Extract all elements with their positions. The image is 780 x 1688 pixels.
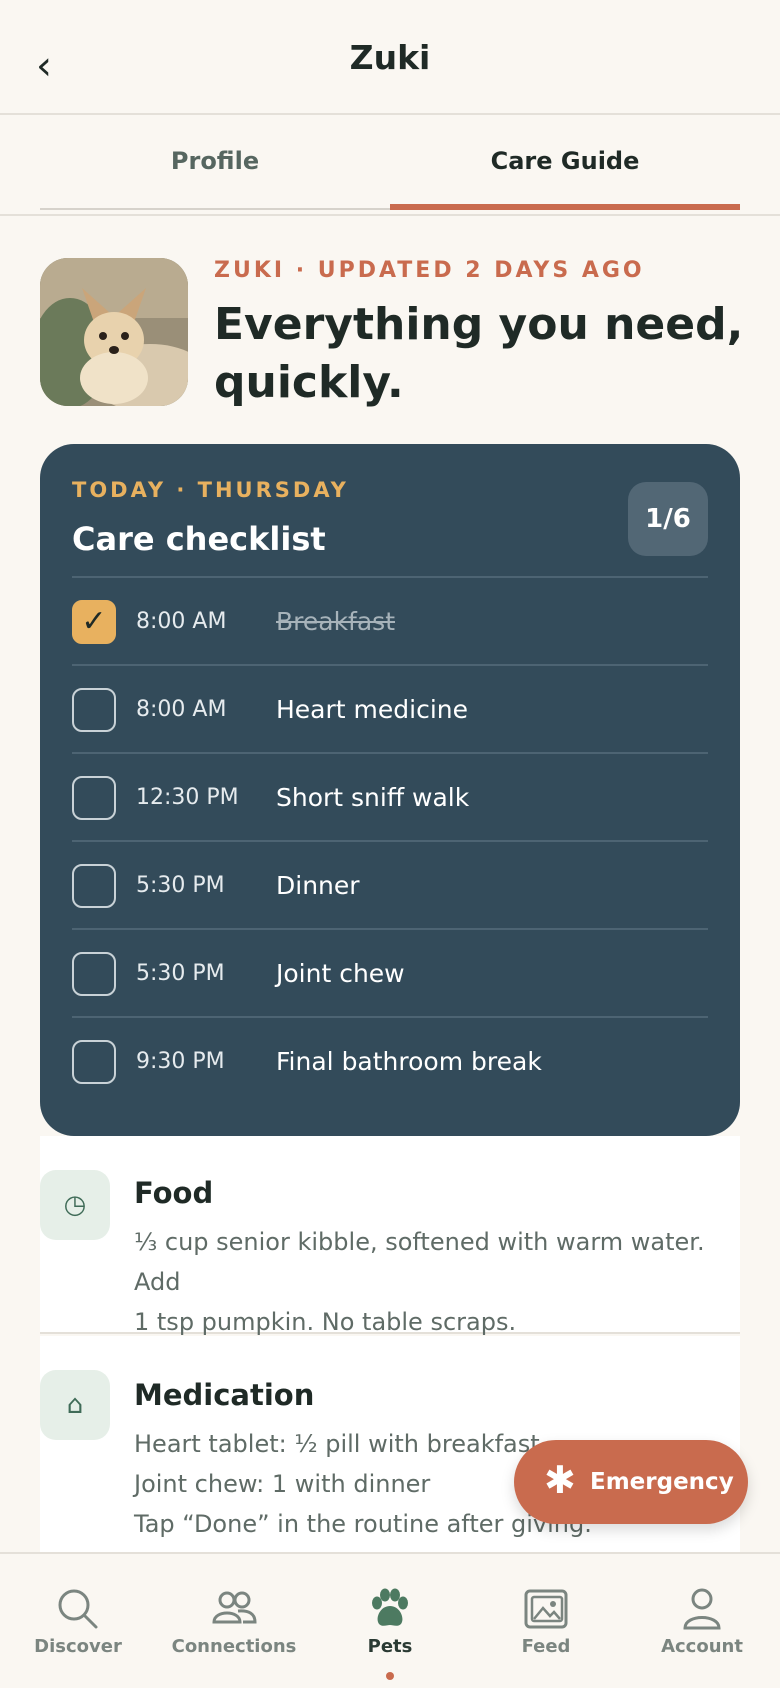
asterisk-icon: ✱ [544, 1458, 576, 1502]
home-icon: ⌂ [40, 1370, 110, 1440]
checkbox[interactable] [72, 864, 116, 908]
pet-photo [40, 258, 188, 406]
tab-care-guide[interactable]: Care Guide [390, 115, 740, 210]
nav-account[interactable]: Account [624, 1554, 780, 1688]
food-title: Food [134, 1176, 214, 1210]
people-icon [212, 1591, 257, 1624]
item-time: 12:30 PM [136, 785, 239, 810]
food-card[interactable]: ◷ Food ⅓ cup senior kibble, softened wit… [40, 1136, 740, 1336]
checklist-item[interactable]: ✓ 8:00 AM Breakfast [72, 576, 708, 664]
emergency-button[interactable]: ✱ Emergency [514, 1440, 748, 1524]
nav-feed[interactable]: Feed [468, 1554, 624, 1688]
person-icon [683, 1588, 721, 1630]
checklist-item[interactable]: 5:30 PM Joint chew [72, 928, 708, 1016]
item-label: Short sniff walk [276, 783, 470, 812]
checklist-item[interactable]: 9:30 PM Final bathroom break [72, 1016, 708, 1104]
checklist-day: TODAY · THURSDAY [72, 478, 349, 502]
emergency-label: Emergency [590, 1469, 734, 1495]
checkbox[interactable] [72, 1040, 116, 1084]
care-guide-headline: Everything you need, quickly. [214, 299, 744, 408]
updated-eyebrow: ZUKI · UPDATED 2 DAYS AGO [214, 258, 645, 283]
food-line: ⅓ cup senior kibble, softened with warm … [134, 1228, 705, 1296]
item-time: 8:00 AM [136, 697, 227, 722]
nav-label: Feed [521, 1636, 571, 1657]
nav-connections[interactable]: Connections [156, 1554, 312, 1688]
checklist-item[interactable]: 12:30 PM Short sniff walk [72, 752, 708, 840]
tab-bar: Profile Care Guide [0, 115, 780, 216]
search-icon [58, 1589, 98, 1629]
food-body: ⅓ cup senior kibble, softened with warm … [134, 1222, 734, 1342]
nav-label: Connections [171, 1636, 297, 1657]
item-time: 5:30 PM [136, 961, 225, 986]
checklist-item[interactable]: 8:00 AM Heart medicine [72, 664, 708, 752]
nav-label: Discover [34, 1636, 122, 1657]
image-icon [524, 1589, 568, 1629]
checkbox[interactable] [72, 952, 116, 996]
medication-title: Medication [134, 1378, 315, 1412]
item-label: Breakfast [276, 607, 396, 636]
item-label: Final bathroom break [276, 1047, 542, 1076]
item-time: 8:00 AM [136, 609, 227, 634]
item-label: Dinner [276, 871, 360, 900]
checkbox[interactable] [72, 688, 116, 732]
checklist-item[interactable]: 5:30 PM Dinner [72, 840, 708, 928]
paw-icon [372, 1588, 408, 1626]
bottom-nav: Discover Connections Pets Feed Account [0, 1552, 780, 1688]
page-title: Zuki [349, 38, 431, 77]
care-checklist-card: TODAY · THURSDAY Care checklist 1/6 ✓ 8:… [40, 444, 740, 1136]
tab-profile[interactable]: Profile [40, 115, 390, 210]
clock-icon: ◷ [40, 1170, 110, 1240]
item-label: Joint chew [276, 959, 405, 988]
checkbox[interactable] [72, 776, 116, 820]
top-bar: ‹ Zuki [0, 0, 780, 115]
nav-pets[interactable]: Pets [312, 1554, 468, 1688]
active-indicator-dot [386, 1672, 394, 1680]
checklist-list: ✓ 8:00 AM Breakfast 8:00 AM Heart medici… [72, 576, 708, 1104]
item-label: Heart medicine [276, 695, 468, 724]
nav-label: Pets [367, 1636, 413, 1657]
item-time: 5:30 PM [136, 873, 225, 898]
checklist-title: Care checklist [72, 520, 326, 558]
checklist-progress-badge: 1/6 [628, 482, 708, 556]
nav-discover[interactable]: Discover [0, 1554, 156, 1688]
item-time: 9:30 PM [136, 1049, 225, 1074]
nav-label: Account [661, 1636, 743, 1657]
checkbox-checked[interactable]: ✓ [72, 600, 116, 644]
